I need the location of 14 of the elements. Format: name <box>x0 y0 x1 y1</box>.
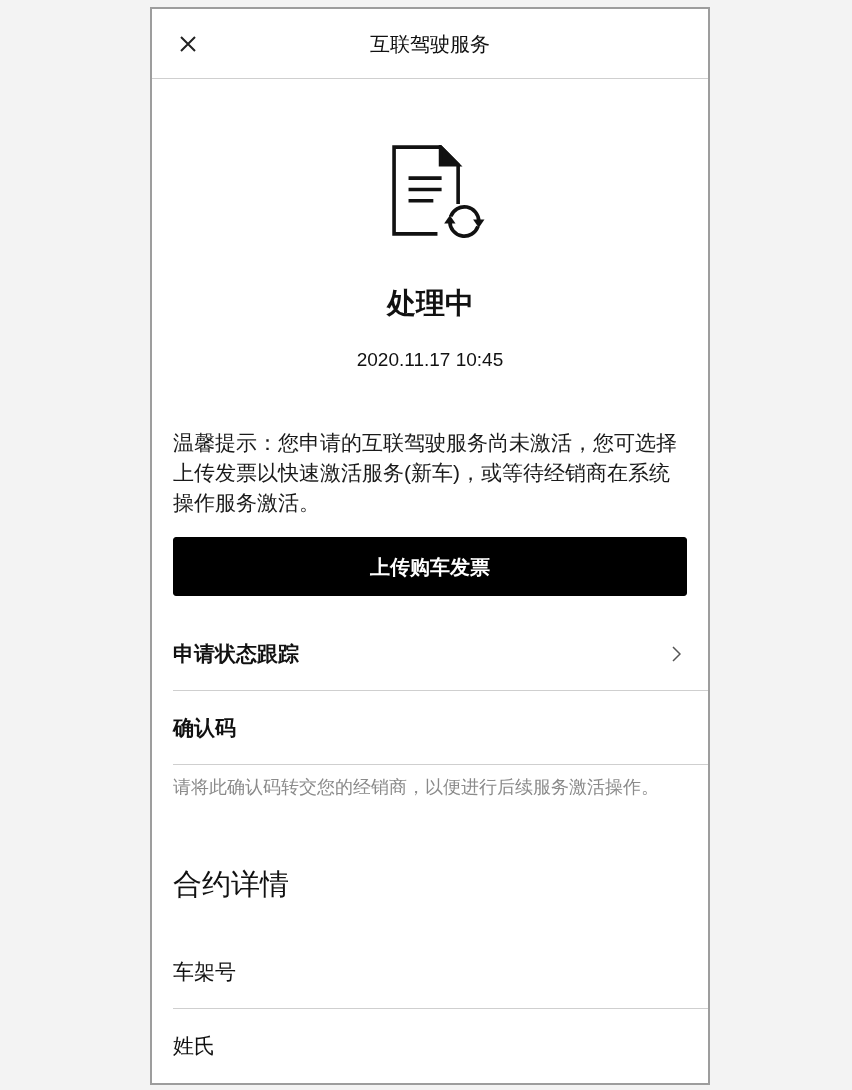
close-icon[interactable] <box>180 35 196 52</box>
chevron-right-icon <box>672 645 681 662</box>
notice-text: 温馨提示：您申请的互联驾驶服务尚未激活，您可选择上传发票以快速激活服务(新车)，或等待经销商在系统操作服务激活。 <box>173 430 678 516</box>
timestamp-text: 2020.11.17 10:45 <box>355 348 505 372</box>
status-title: 处理中 <box>385 286 475 321</box>
field-label: 确认码 <box>173 714 236 741</box>
page-title: 互联驾驶服务 <box>370 31 490 57</box>
document-sync-icon <box>392 145 485 238</box>
hint-text: 请将此确认码转交您的经销商，以便进行后续服务激活操作。 <box>173 776 660 799</box>
field-label: 车架号 <box>173 958 236 985</box>
section-heading: 合约详情 <box>173 867 290 902</box>
list-item[interactable]: 申请状态跟踪 <box>173 617 708 691</box>
upload-invoice-button[interactable]: 上传购车发票 <box>173 537 687 596</box>
field-label: 姓氏 <box>173 1033 215 1060</box>
